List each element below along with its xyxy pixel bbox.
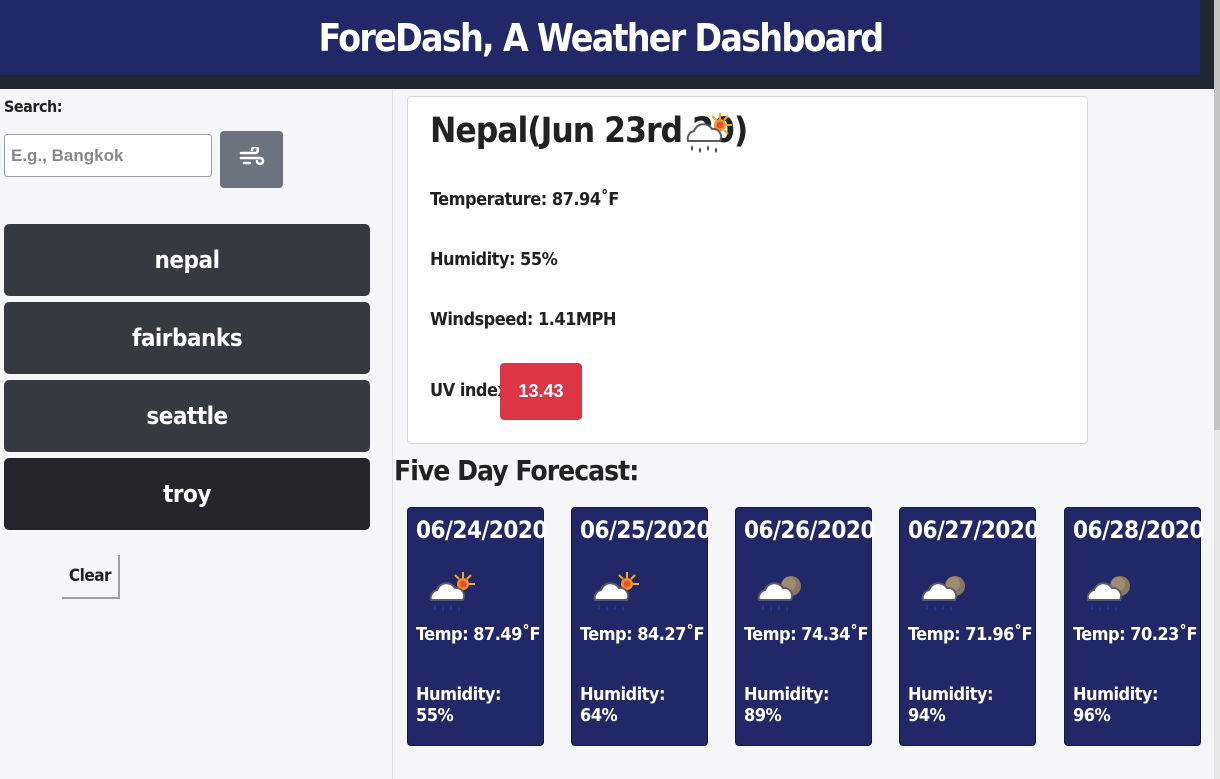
forecast-humidity: Humidity: 64% [580, 684, 665, 726]
history-city-label: seattle [146, 402, 228, 430]
forecast-date: 06/27/2020 [908, 516, 1039, 544]
rain-sun-icon [423, 570, 481, 621]
page-title: ForeDash, A Weather Dashboard [318, 15, 884, 60]
search-button[interactable] [220, 131, 283, 188]
current-temperature: Temperature: 87.94˚F [430, 189, 619, 210]
forecast-temp: Temp: 70.23˚F [1073, 624, 1198, 645]
forecast-temp: Temp: 84.27˚F [580, 624, 705, 645]
current-humidity: Humidity: 55% [430, 249, 558, 270]
forecast-title: Five Day Forecast: [394, 454, 639, 487]
forecast-card: 06/27/2020 Temp: 71.96˚F Humidity: 94% [899, 507, 1039, 746]
rain-cloud-icon [915, 570, 973, 621]
forecast-card: 06/24/2020 Temp: 87.49˚F Humidity: 55% [407, 507, 547, 746]
search-input[interactable] [4, 134, 212, 177]
forecast-date: 06/28/2020 [1073, 516, 1204, 544]
current-weather-card: Nepal(Jun 23rd 20) Temperature: 87.94˚F … [407, 96, 1088, 444]
forecast-card: 06/25/2020 Temp: 84.27˚F Humidity: 64% [571, 507, 711, 746]
forecast-humidity: Humidity: 96% [1073, 684, 1158, 726]
current-windspeed: Windspeed: 1.41MPH [430, 309, 616, 330]
forecast-humidity: Humidity: 55% [416, 684, 501, 726]
page-header: ForeDash, A Weather Dashboard [0, 0, 1200, 75]
history-city-button[interactable]: troy [4, 458, 370, 530]
history-city-button[interactable]: nepal [4, 224, 370, 296]
rain-cloud-icon [751, 570, 809, 621]
search-label: Search: [4, 97, 62, 116]
forecast-temp: Temp: 71.96˚F [908, 624, 1033, 645]
clear-button-label: Clear [68, 566, 112, 586]
history-city-label: nepal [154, 246, 220, 274]
history-city-button[interactable]: fairbanks [4, 302, 370, 374]
rain-sun-icon [587, 570, 645, 621]
scrollbar-thumb[interactable] [1214, 0, 1220, 430]
forecast-card: 06/28/2020 Temp: 70.23˚F Humidity: 96% [1064, 507, 1204, 746]
forecast-date: 06/25/2020 [580, 516, 711, 544]
forecast-temp: Temp: 87.49˚F [416, 624, 541, 645]
rain-sun-icon [680, 111, 738, 162]
history-city-label: fairbanks [131, 324, 243, 352]
clear-button[interactable]: Clear [62, 555, 120, 599]
rain-cloud-icon [1080, 570, 1138, 621]
forecast-card: 06/26/2020 Temp: 74.34˚F Humidity: 89% [735, 507, 875, 746]
uv-index-value: 13.43 [518, 381, 564, 401]
forecast-humidity: Humidity: 89% [744, 684, 829, 726]
forecast-humidity: Humidity: 94% [908, 684, 993, 726]
forecast-date: 06/26/2020 [744, 516, 875, 544]
uv-index-badge: 13.43 [500, 363, 582, 420]
history-city-label: troy [163, 480, 211, 508]
forecast-date: 06/24/2020 [416, 516, 547, 544]
sidebar: Search: nepal fairbanks seattle troy Cle… [0, 89, 393, 779]
wind-icon [239, 145, 265, 172]
history-city-button[interactable]: seattle [4, 380, 370, 452]
forecast-temp: Temp: 74.34˚F [744, 624, 869, 645]
